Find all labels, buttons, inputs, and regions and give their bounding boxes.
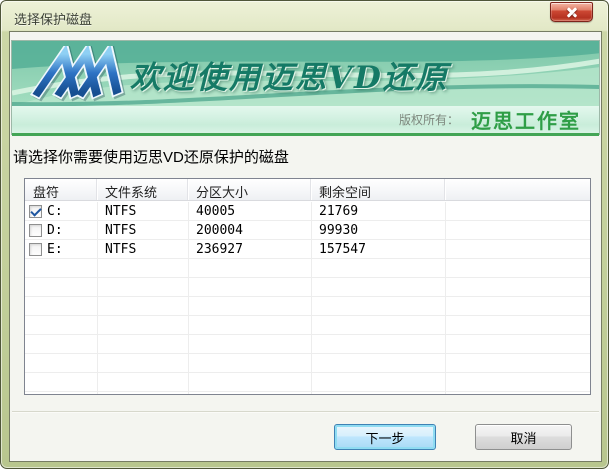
close-button[interactable] <box>550 2 593 22</box>
disk-row[interactable]: C: NTFS 40005 21769 <box>25 202 590 221</box>
copyright-owner: 迈思工作室 <box>471 105 581 134</box>
free-space-value: 157547 <box>311 241 445 259</box>
free-space-value: 21769 <box>311 203 445 221</box>
dialog-content: 欢迎使用迈思VD还原 版权所有： 迈思工作室 请选择你需要使用迈思VD还原保护的… <box>9 31 602 462</box>
disk-row[interactable]: D: NTFS 200004 99930 <box>25 221 590 240</box>
footer-separator <box>12 411 599 412</box>
window-title: 选择保护磁盘 <box>14 9 92 28</box>
dialog-window: 选择保护磁盘 <box>0 0 609 469</box>
column-header-drive[interactable]: 盘符 <box>25 179 97 200</box>
column-header-filesystem[interactable]: 文件系统 <box>97 179 188 200</box>
banner: 欢迎使用迈思VD还原 版权所有： 迈思工作室 <box>11 40 600 135</box>
drive-letter: E: <box>47 241 63 259</box>
disk-checkbox[interactable] <box>29 243 42 256</box>
drive-letter: C: <box>47 203 63 221</box>
drive-letter: D: <box>47 222 63 240</box>
disk-table-header: 盘符 文件系统 分区大小 剩余空间 <box>25 179 590 201</box>
copyright-label: 版权所有： <box>399 111 459 128</box>
banner-graphic: 欢迎使用迈思VD还原 <box>12 41 599 106</box>
next-button[interactable]: 下一步 <box>334 424 436 450</box>
banner-title: 欢迎使用迈思VD还原 <box>130 52 449 97</box>
disk-checkbox[interactable] <box>29 224 42 237</box>
filesystem-value: NTFS <box>97 241 188 259</box>
disk-checkbox[interactable] <box>29 205 42 218</box>
partition-size-value: 40005 <box>188 203 311 221</box>
partition-size-value: 200004 <box>188 222 311 240</box>
partition-size-value: 236927 <box>188 241 311 259</box>
disk-row[interactable]: E: NTFS 236927 157547 <box>25 240 590 259</box>
filesystem-value: NTFS <box>97 222 188 240</box>
column-header-free-space[interactable]: 剩余空间 <box>311 179 445 200</box>
column-header-partition-size[interactable]: 分区大小 <box>188 179 311 200</box>
copyright-strip: 版权所有： 迈思工作室 <box>12 106 599 136</box>
title-bar: 选择保护磁盘 <box>1 1 608 31</box>
free-space-value: 99930 <box>311 222 445 240</box>
instruction-text: 请选择你需要使用迈思VD还原保护的磁盘 <box>13 146 289 167</box>
column-header-filler <box>445 179 590 200</box>
cancel-button[interactable]: 取消 <box>475 424 572 450</box>
filesystem-value: NTFS <box>97 203 188 221</box>
mx-logo-icon <box>26 46 126 102</box>
disk-table: 盘符 文件系统 分区大小 剩余空间 C: NTFS 40005 21769 D: <box>24 178 591 395</box>
disk-table-body: C: NTFS 40005 21769 D: NTFS 200004 99930… <box>25 202 590 394</box>
